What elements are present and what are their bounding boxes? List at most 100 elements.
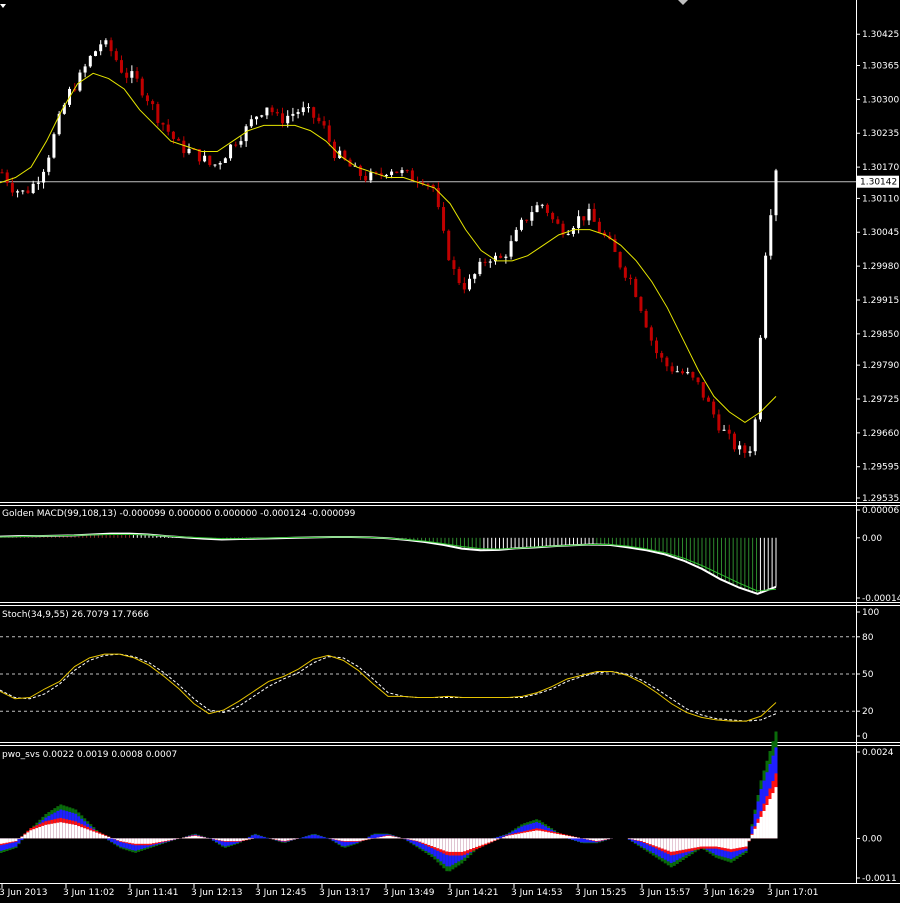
stoch-title: Stoch(34,9,55) 26.7079 17.7666 xyxy=(2,610,149,620)
price-axis-label: 1.29660 xyxy=(862,429,899,439)
time-axis-label: 3 Jun 17:01 xyxy=(767,888,818,898)
price-candle-body xyxy=(644,310,648,328)
time-axis-label: 3 Jun 16:29 xyxy=(703,888,755,898)
price-candle-body xyxy=(618,252,622,268)
price-candle-body xyxy=(135,71,139,79)
price-candle-body xyxy=(519,219,523,230)
price-candle-body xyxy=(592,208,596,222)
price-candle-body xyxy=(390,171,394,175)
price-candle-body xyxy=(10,183,14,193)
price-candle-body xyxy=(161,122,165,125)
price-candle-body xyxy=(99,44,103,52)
chart-shift-marker[interactable] xyxy=(678,0,688,5)
price-candle-body xyxy=(525,219,529,221)
price-candle-body xyxy=(306,107,310,109)
price-candle-body xyxy=(281,113,285,124)
price-candle-body xyxy=(665,357,669,367)
price-candle-body xyxy=(769,215,773,256)
price-candle-body xyxy=(26,190,30,193)
price-axis-label: 1.30425 xyxy=(862,30,899,40)
price-candle-body xyxy=(764,255,768,338)
price-candle-body xyxy=(462,283,466,290)
price-candle-body xyxy=(83,66,87,73)
price-candle-body xyxy=(296,112,300,114)
price-candle-body xyxy=(265,107,269,116)
price-candle-body xyxy=(686,372,690,374)
price-candle-body xyxy=(514,229,518,242)
pwo-axis-label: 0.00 xyxy=(862,834,882,844)
price-candle-body xyxy=(758,337,762,420)
price-candle-body xyxy=(187,148,191,154)
price-candle-body xyxy=(452,260,456,269)
price-candle-body xyxy=(405,170,409,172)
price-candle-body xyxy=(255,116,259,120)
price-candle-body xyxy=(738,445,742,450)
price-candle-body xyxy=(748,451,752,453)
price-candle-body xyxy=(743,445,747,453)
price-axis-label: 1.29915 xyxy=(862,296,899,306)
price-axis-label: 1.30110 xyxy=(862,194,899,204)
price-candle-body xyxy=(384,174,388,176)
price-axis-label: 1.30170 xyxy=(862,163,899,173)
price-candle-body xyxy=(509,241,513,257)
price-candle-body xyxy=(369,172,373,181)
price-candle-body xyxy=(540,204,544,206)
macd-panel: 0.000067 0.00 -0.000145 xyxy=(0,506,900,604)
price-candle-body xyxy=(125,72,129,78)
price-candle-body xyxy=(119,60,123,73)
price-panel: 1.30425 1.30365 1.30300 1.30235 1.30170 1.301… xyxy=(0,30,899,504)
price-candle-body xyxy=(499,255,503,258)
price-candle-body xyxy=(52,134,56,158)
price-candle-body xyxy=(16,191,20,193)
price-axis-label: 1.29595 xyxy=(862,463,899,473)
price-candle-body xyxy=(551,212,555,220)
macd-axis-label: -0.000145 xyxy=(862,594,900,604)
price-candle-body xyxy=(109,40,113,52)
price-candle-body xyxy=(223,158,227,164)
price-candle-body xyxy=(504,256,508,258)
price-candle-body xyxy=(701,382,705,398)
current-price-label: 1.30142 xyxy=(860,178,897,188)
stoch-panel: 100 80 50 20 0 xyxy=(0,608,879,742)
time-axis-label: 3 Jun 11:41 xyxy=(127,888,178,898)
price-candle-body xyxy=(275,112,279,114)
price-candle-body xyxy=(577,216,581,228)
price-axis-label: 1.29535 xyxy=(862,494,899,504)
price-candle-body xyxy=(218,163,222,165)
pwo-axis-label: -0.0011 xyxy=(862,874,897,884)
moving-average-line xyxy=(0,72,777,424)
time-axis-label: 3 Jun 2013 xyxy=(0,888,47,898)
price-candle-body xyxy=(457,268,461,284)
price-candle-body xyxy=(722,429,726,431)
macd-axis-label: 0.00 xyxy=(862,534,882,544)
time-axis-label: 3 Jun 12:13 xyxy=(191,888,242,898)
price-axis-label: 1.29980 xyxy=(862,262,899,272)
price-candle-body xyxy=(587,208,591,221)
price-candle-body xyxy=(680,371,684,374)
price-candle-body xyxy=(400,170,404,173)
price-candle-body xyxy=(712,401,716,415)
price-candle-body xyxy=(156,104,160,123)
price-candle-body xyxy=(291,113,295,116)
price-candle-body xyxy=(535,205,539,213)
price-candle-body xyxy=(166,124,170,132)
price-candle-body xyxy=(140,78,144,96)
price-candle-body xyxy=(244,126,248,142)
price-axis-label: 1.30045 xyxy=(862,228,899,238)
price-candle-body xyxy=(639,296,643,311)
price-candle-body xyxy=(94,51,98,56)
price-candle-body xyxy=(114,51,118,61)
price-candle-body xyxy=(634,278,638,297)
stoch-axis-label: 100 xyxy=(862,608,879,618)
price-candle-body xyxy=(483,261,487,263)
price-candle-body xyxy=(0,172,4,174)
price-candle-body xyxy=(468,278,472,290)
price-candle-body xyxy=(597,221,601,233)
stoch-axis-label: 20 xyxy=(862,707,874,717)
time-axis-label: 3 Jun 15:25 xyxy=(575,888,626,898)
price-candle-body xyxy=(655,340,659,354)
price-candle-body xyxy=(675,371,679,373)
price-candle-body xyxy=(556,219,560,224)
price-candle-body xyxy=(774,170,778,216)
price-candle-body xyxy=(582,216,586,221)
